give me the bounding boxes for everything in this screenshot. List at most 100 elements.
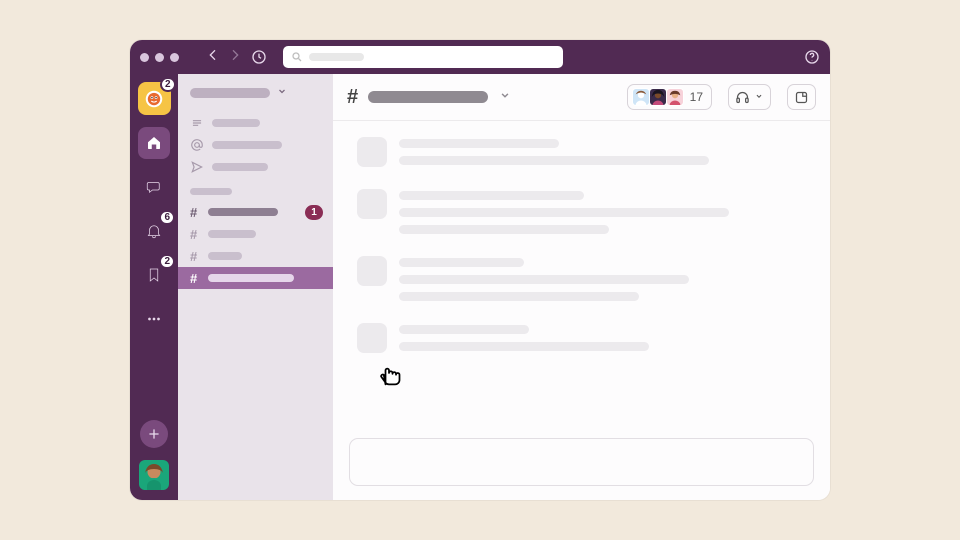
workspace-switcher[interactable]: 2: [138, 82, 171, 115]
workspace-menu[interactable]: [178, 84, 333, 112]
message[interactable]: [357, 323, 806, 353]
threads-icon: [190, 116, 204, 130]
sidebar-item-label: [212, 141, 282, 149]
avatar-icon: [139, 460, 169, 490]
message-text-line: [399, 208, 729, 217]
channel-sidebar: #1###: [178, 74, 333, 500]
channel-label: [208, 208, 278, 216]
app-window: 2 6 2: [130, 40, 830, 500]
message-text-line: [399, 325, 529, 334]
rail-home[interactable]: [138, 127, 170, 159]
message-avatar[interactable]: [357, 323, 387, 353]
canvas-button[interactable]: [787, 84, 816, 110]
hash-icon: #: [347, 86, 358, 109]
channel-title-button[interactable]: #: [347, 86, 512, 109]
channel-label: [208, 252, 242, 260]
bell-icon: [145, 222, 163, 240]
message-text-line: [399, 275, 689, 284]
sidebar-item-label: [212, 163, 268, 171]
message-avatar[interactable]: [357, 137, 387, 167]
sidebar-channel[interactable]: #1: [178, 201, 333, 223]
search-icon: [291, 51, 303, 63]
workspace-name: [190, 88, 270, 98]
huddle-button[interactable]: [728, 84, 771, 110]
member-avatar: [666, 88, 684, 106]
sidebar-channel[interactable]: #: [178, 267, 333, 289]
message-text-line: [399, 156, 709, 165]
hash-icon: #: [190, 227, 200, 242]
message-text-line: [399, 342, 649, 351]
members-button[interactable]: 17: [627, 84, 712, 110]
message-text-line: [399, 191, 584, 200]
hash-icon: #: [190, 205, 200, 220]
dm-icon: [145, 178, 163, 196]
hash-icon: #: [190, 271, 200, 286]
sidebar-item-threads[interactable]: [178, 112, 333, 134]
titlebar: [130, 40, 830, 74]
send-icon: [190, 160, 204, 174]
forward-button[interactable]: [227, 47, 243, 68]
workspace-logo-icon: [143, 88, 165, 110]
bookmark-icon: [145, 266, 163, 284]
chevron-down-icon: [754, 88, 764, 106]
user-avatar[interactable]: [139, 460, 169, 490]
window-minimize[interactable]: [155, 53, 164, 62]
unread-badge: 1: [305, 205, 323, 220]
rail-create[interactable]: [140, 420, 168, 448]
message-body: [399, 256, 806, 301]
search-input[interactable]: [283, 46, 563, 68]
message-body: [399, 323, 806, 353]
channel-name: [368, 91, 488, 103]
plus-icon: [147, 427, 161, 441]
sidebar-channel[interactable]: #: [178, 223, 333, 245]
rail-more[interactable]: [138, 303, 170, 335]
workspace-rail: 2 6 2: [130, 74, 178, 500]
rail-dms[interactable]: [138, 171, 170, 203]
member-count: 17: [690, 90, 703, 104]
channels-section-header[interactable]: [190, 188, 232, 195]
window-zoom[interactable]: [170, 53, 179, 62]
workspace-badge: 2: [160, 77, 176, 92]
message-text-line: [399, 139, 559, 148]
more-icon: [145, 310, 163, 328]
message-text-line: [399, 292, 639, 301]
hash-icon: #: [190, 249, 200, 264]
pointer-cursor-icon: [375, 359, 403, 387]
sidebar-item-label: [212, 119, 260, 127]
home-icon: [145, 134, 163, 152]
rail-activity[interactable]: 6: [138, 215, 170, 247]
sidebar-channel[interactable]: #: [178, 245, 333, 267]
message-avatar[interactable]: [357, 256, 387, 286]
canvas-icon: [794, 90, 809, 105]
message-avatar[interactable]: [357, 189, 387, 219]
channel-label: [208, 230, 256, 238]
help-icon[interactable]: [804, 49, 820, 65]
rail-later[interactable]: 2: [138, 259, 170, 291]
search-placeholder: [309, 53, 364, 61]
channel-label: [208, 274, 294, 282]
window-close[interactable]: [140, 53, 149, 62]
member-avatar: [632, 88, 650, 106]
message-text-line: [399, 258, 524, 267]
chevron-down-icon: [276, 84, 288, 102]
window-controls: [140, 53, 179, 62]
message-list: [333, 121, 830, 432]
history-nav: [205, 47, 243, 68]
chevron-down-icon: [498, 88, 512, 107]
message-text-line: [399, 225, 609, 234]
back-button[interactable]: [205, 47, 221, 68]
message-composer[interactable]: [349, 438, 814, 486]
message[interactable]: [357, 189, 806, 234]
headphones-icon: [735, 90, 750, 105]
sidebar-item-drafts[interactable]: [178, 156, 333, 178]
main-pane: # 17: [333, 74, 830, 500]
mention-icon: [190, 138, 204, 152]
activity-badge: 6: [159, 210, 175, 225]
member-avatar: [649, 88, 667, 106]
message-body: [399, 189, 806, 234]
sidebar-item-mentions[interactable]: [178, 134, 333, 156]
later-badge: 2: [159, 254, 175, 269]
message[interactable]: [357, 256, 806, 301]
message[interactable]: [357, 137, 806, 167]
history-icon[interactable]: [251, 49, 267, 65]
